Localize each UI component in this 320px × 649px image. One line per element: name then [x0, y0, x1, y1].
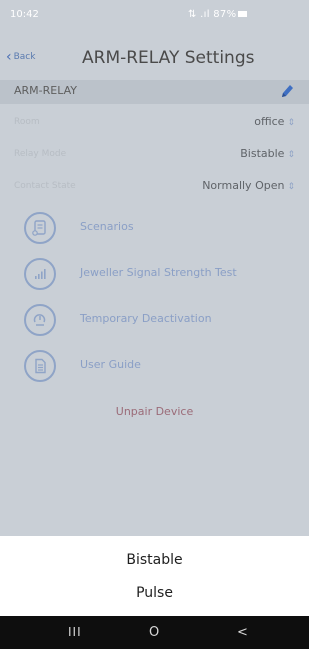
scenarios-icon: [24, 212, 56, 244]
header: ‹ Back ARM-RELAY Settings: [0, 36, 309, 78]
status-indicators-text: ⇅ .ıl 87%: [188, 9, 237, 20]
setting-label-contact-state: Contact State: [14, 181, 76, 191]
updown-arrow-icon: ⇕: [287, 118, 295, 128]
signal-strength-icon: [24, 258, 56, 290]
device-name-row: ARM-RELAY: [0, 80, 309, 104]
deactivation-icon: [24, 304, 56, 336]
setting-value-contact-state: Normally Open ⇕: [202, 179, 295, 192]
setting-label-relay-mode: Relay Mode: [14, 149, 67, 159]
setting-row-contact-state[interactable]: Contact State Normally Open ⇕: [0, 171, 309, 203]
setting-value-room-text: office: [254, 115, 285, 128]
menu-item-scenarios[interactable]: Scenarios: [0, 208, 309, 252]
picker-option-pulse[interactable]: Pulse: [0, 585, 309, 601]
picker-option-bistable[interactable]: Bistable: [0, 552, 309, 568]
chevron-left-icon: ‹: [6, 49, 12, 65]
recents-button[interactable]: III: [68, 625, 82, 639]
menu-label-temporary-deactivation: Temporary Deactivation: [80, 312, 212, 325]
setting-row-room[interactable]: Room office ⇕: [0, 107, 309, 139]
nav-back-button[interactable]: <: [237, 625, 248, 640]
setting-value-relay-mode-text: Bistable: [240, 147, 285, 160]
menu-label-scenarios: Scenarios: [80, 220, 134, 233]
battery-icon: [238, 11, 248, 17]
setting-value-relay-mode: Bistable ⇕: [240, 147, 295, 160]
menu-item-temporary-deactivation[interactable]: Temporary Deactivation: [0, 300, 309, 344]
edit-pencil-icon[interactable]: [279, 82, 295, 100]
home-button[interactable]: O: [149, 625, 159, 640]
setting-row-relay-mode[interactable]: Relay Mode Bistable ⇕: [0, 139, 309, 171]
status-indicators: ⇅ .ıl 87%: [188, 9, 248, 20]
setting-value-room: office ⇕: [254, 115, 295, 128]
unpair-device-button[interactable]: Unpair Device: [0, 405, 309, 418]
menu-item-user-guide[interactable]: User Guide: [0, 346, 309, 390]
system-nav-bar: III O <: [0, 616, 309, 649]
page-title: ARM-RELAY Settings: [82, 48, 255, 68]
device-name: ARM-RELAY: [14, 84, 77, 97]
updown-arrow-icon: ⇕: [287, 150, 295, 160]
dimmed-settings-screen: 10:42 ⇅ .ıl 87% ‹ Back ARM-RELAY Setting…: [0, 0, 309, 536]
setting-label-room: Room: [14, 117, 40, 127]
updown-arrow-icon: ⇕: [287, 182, 295, 192]
menu-item-signal-strength[interactable]: Jeweller Signal Strength Test: [0, 254, 309, 298]
user-guide-icon: [24, 350, 56, 382]
back-label: Back: [13, 52, 36, 62]
back-button[interactable]: ‹ Back: [6, 50, 35, 64]
picker-sheet: Bistable Pulse: [0, 536, 309, 616]
menu-label-user-guide: User Guide: [80, 358, 141, 371]
setting-value-contact-state-text: Normally Open: [202, 179, 285, 192]
menu-label-signal-strength: Jeweller Signal Strength Test: [80, 266, 237, 279]
status-time: 10:42: [10, 9, 39, 20]
status-bar: 10:42 ⇅ .ıl 87%: [0, 0, 309, 34]
